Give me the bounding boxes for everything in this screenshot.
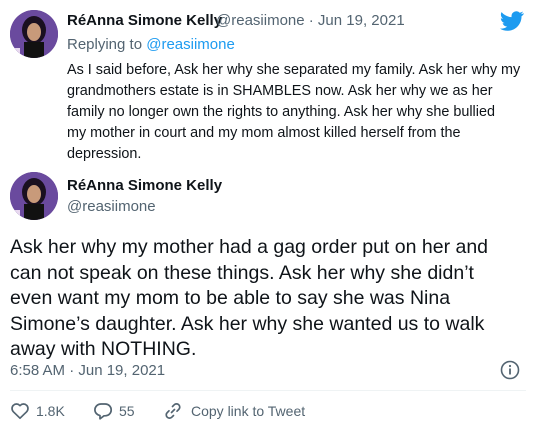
avatar[interactable] — [10, 172, 58, 220]
replying-to-handle[interactable]: @reasiimone — [146, 36, 235, 53]
tweet-text-line: my mother in court and my mom almost kil… — [67, 125, 461, 141]
reply-icon — [93, 401, 113, 421]
avatar[interactable] — [10, 10, 58, 58]
timestamp[interactable]: 6:58 AM · Jun 19, 2021 — [10, 362, 165, 379]
copy-link-label: Copy link to Tweet — [191, 403, 306, 419]
author-handle[interactable]: @reasiimone — [67, 198, 156, 215]
tweet-text-line: Simone’s daughter. Ask her why she wante… — [10, 312, 485, 335]
tweet-text-line: As I said before, Ask her why she separa… — [67, 62, 521, 78]
tweet-text-line: grandmothers estate is in SHAMBLES now. … — [67, 83, 493, 99]
handle-date[interactable]: @reasiimone · Jun 19, 2021 — [216, 12, 405, 29]
info-icon[interactable] — [500, 360, 520, 380]
tweet-text-line: away with NOTHING. — [10, 338, 197, 360]
reply-button[interactable]: 55 — [93, 401, 135, 421]
tweet-text-line: Ask her why my mother had a gag order pu… — [10, 236, 489, 258]
author-name[interactable]: RéAnna Simone Kelly — [67, 177, 222, 194]
copy-link-button[interactable]: Copy link to Tweet — [163, 401, 305, 421]
divider — [10, 390, 526, 391]
like-count: 1.8K — [36, 403, 65, 419]
author-name[interactable]: RéAnna Simone Kelly — [67, 12, 222, 29]
heart-icon — [10, 401, 30, 421]
reply-count: 55 — [119, 403, 135, 419]
link-icon — [163, 401, 183, 421]
like-button[interactable]: 1.8K — [10, 401, 65, 421]
replying-to-label: Replying to — [67, 36, 143, 53]
tweet-text-line: even want my mom to be able to say she w… — [10, 287, 451, 309]
replying-to: Replying to @reasiimone — [67, 36, 235, 53]
tweet-text-line: can not speak on these things. Ask her w… — [10, 261, 474, 284]
twitter-bird-icon[interactable] — [500, 11, 524, 31]
avatar-image — [10, 172, 58, 220]
tweet-text-line: family no longer own the rights to anyth… — [67, 104, 495, 120]
tweet-text-line: depression. — [67, 146, 142, 162]
reply-tweet-text: As I said before, Ask her why she separa… — [67, 60, 527, 165]
main-tweet-text: Ask her why my mother had a gag order pu… — [10, 235, 530, 363]
avatar-image — [10, 10, 58, 58]
